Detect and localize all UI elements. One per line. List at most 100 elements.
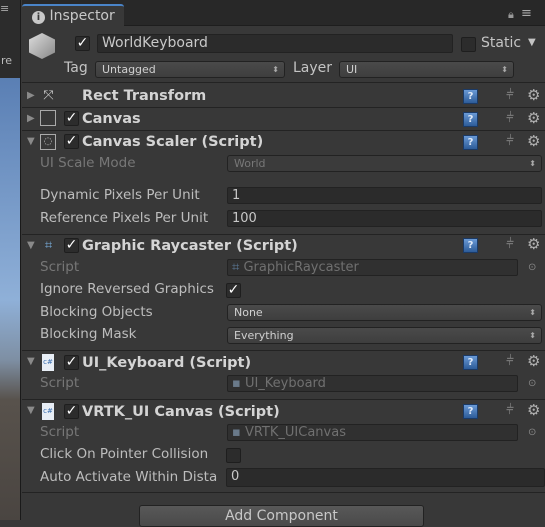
scene-view-strip: ≡ re [0,0,21,520]
script-label: Script [40,259,80,275]
canvas-scaler-icon: ◌ [40,134,56,150]
preset-icon[interactable]: ⫩ [506,402,514,418]
updown-icon: ⬍ [529,331,536,340]
updown-icon: ⬍ [272,65,279,74]
help-icon[interactable]: ? [463,404,478,419]
panel-menu-icon[interactable]: ≡ [521,6,532,21]
ui-keyboard-enabled-checkbox[interactable]: ✓ [64,355,79,370]
static-dropdown-icon[interactable]: ▼ [528,37,536,48]
name-field[interactable]: WorldKeyboard [97,34,453,53]
help-icon[interactable]: ? [463,135,478,150]
preset-icon[interactable]: ⫩ [506,236,514,252]
script-icon: ▪ [232,376,245,391]
updown-icon: ⬍ [529,159,536,168]
gear-icon[interactable]: ⚙ [527,109,540,127]
rect-transform-title[interactable]: Rect Transform [82,88,206,104]
graphic-raycaster-enabled-checkbox[interactable]: ✓ [64,238,79,253]
dynamic-pixels-label: Dynamic Pixels Per Unit [40,187,200,203]
layer-value: UI [346,63,358,76]
script-value: VRTK_UICanvas [244,425,346,440]
script-value: GraphicRaycaster [243,260,359,275]
active-checkbox[interactable]: ✓ [75,36,90,51]
updown-icon: ⬍ [501,65,508,74]
script-label: Script [40,375,80,391]
script-label: Script [40,424,80,440]
csharp-script-icon: c# [42,354,54,371]
object-picker-icon[interactable]: ⊙ [528,427,536,438]
blocking-mask-dropdown[interactable]: Everything ⬍ [227,327,542,344]
reference-pixels-field[interactable]: 100 [227,210,542,227]
preset-icon[interactable]: ⫩ [506,87,514,103]
vrtk-ui-canvas-title[interactable]: VRTK_UI Canvas (Script) [82,404,280,420]
ui-scale-mode-label: UI Scale Mode [40,155,136,171]
updown-icon: ⬍ [529,308,536,317]
foldout-arrow-expanded[interactable]: ▼ [27,240,35,251]
layer-dropdown[interactable]: UI ⬍ [339,61,514,78]
script-field: ▪ VRTK_UICanvas [227,424,518,441]
gear-icon[interactable]: ⚙ [527,132,540,150]
foldout-arrow-expanded[interactable]: ▼ [27,356,35,367]
add-component-button[interactable]: Add Component [139,505,424,527]
script-icon: ⌗ [232,260,244,275]
layer-label: Layer [293,60,333,76]
canvas-icon [40,110,56,126]
lock-icon[interactable]: 🔒︎ [508,8,514,22]
canvas-enabled-checkbox[interactable]: ✓ [64,111,79,126]
object-picker-icon[interactable]: ⊙ [528,262,536,273]
script-field: ⌗ GraphicRaycaster [227,259,518,276]
gameobject-cube-icon [29,33,55,59]
canvas-scaler-title[interactable]: Canvas Scaler (Script) [82,134,263,150]
object-picker-icon[interactable]: ⊙ [528,378,536,389]
preset-icon[interactable]: ⫩ [506,133,514,149]
help-icon[interactable]: ? [463,238,478,253]
blocking-mask-value: Everything [234,329,294,342]
blocking-objects-dropdown[interactable]: None ⬍ [227,304,542,321]
blocking-mask-label: Blocking Mask [40,326,137,342]
ui-scale-mode-dropdown: World ⬍ [227,155,542,172]
ignore-reversed-checkbox[interactable]: ✓ [226,283,241,298]
rect-transform-icon: ⤧ [43,88,54,103]
static-label: Static [481,35,522,51]
info-icon: i [32,11,45,24]
click-on-pointer-collision-label: Click On Pointer Collision [40,446,209,462]
tab-inspector[interactable]: i Inspector [22,4,124,27]
csharp-script-icon: c# [42,403,54,420]
canvas-title[interactable]: Canvas [82,111,141,127]
scene-partial-text: re [1,54,13,67]
foldout-arrow-expanded[interactable]: ▼ [27,405,35,416]
tag-dropdown[interactable]: Untagged ⬍ [95,61,285,78]
static-checkbox[interactable] [461,37,476,52]
gear-icon[interactable]: ⚙ [527,352,540,370]
script-icon: ▪ [232,425,245,440]
help-icon[interactable]: ? [463,89,478,104]
help-icon[interactable]: ? [463,355,478,370]
graphic-raycaster-title[interactable]: Graphic Raycaster (Script) [82,238,298,254]
tag-label: Tag [64,60,88,76]
help-icon[interactable]: ? [463,112,478,127]
tag-value: Untagged [102,63,156,76]
script-value: UI_Keyboard [244,376,326,391]
gear-icon[interactable]: ⚙ [527,235,540,253]
preset-icon[interactable]: ⫩ [506,353,514,369]
gear-icon[interactable]: ⚙ [527,401,540,419]
ui-scale-mode-value: World [234,157,266,170]
reference-pixels-label: Reference Pixels Per Unit [40,210,209,226]
menu-icon[interactable]: ≡ [0,2,9,15]
auto-activate-label: Auto Activate Within Dista [40,469,218,485]
foldout-arrow-collapsed[interactable]: ▶ [27,90,35,101]
preset-icon[interactable]: ⫩ [506,110,514,126]
blocking-objects-label: Blocking Objects [40,304,153,320]
script-field: ▪ UI_Keyboard [227,375,518,392]
dynamic-pixels-field[interactable]: 1 [227,187,542,204]
vrtk-ui-canvas-enabled-checkbox[interactable]: ✓ [64,404,79,419]
gear-icon[interactable]: ⚙ [527,86,540,104]
ui-keyboard-title[interactable]: UI_Keyboard (Script) [82,355,251,371]
blocking-objects-value: None [234,306,263,319]
tab-label: Inspector [49,8,115,24]
foldout-arrow-collapsed[interactable]: ▶ [27,113,35,124]
auto-activate-field[interactable]: 0 [226,468,545,487]
click-on-pointer-collision-checkbox[interactable] [226,448,241,463]
canvas-scaler-enabled-checkbox[interactable]: ✓ [64,134,79,149]
ignore-reversed-label: Ignore Reversed Graphics [40,281,214,297]
foldout-arrow-expanded[interactable]: ▼ [27,136,35,147]
